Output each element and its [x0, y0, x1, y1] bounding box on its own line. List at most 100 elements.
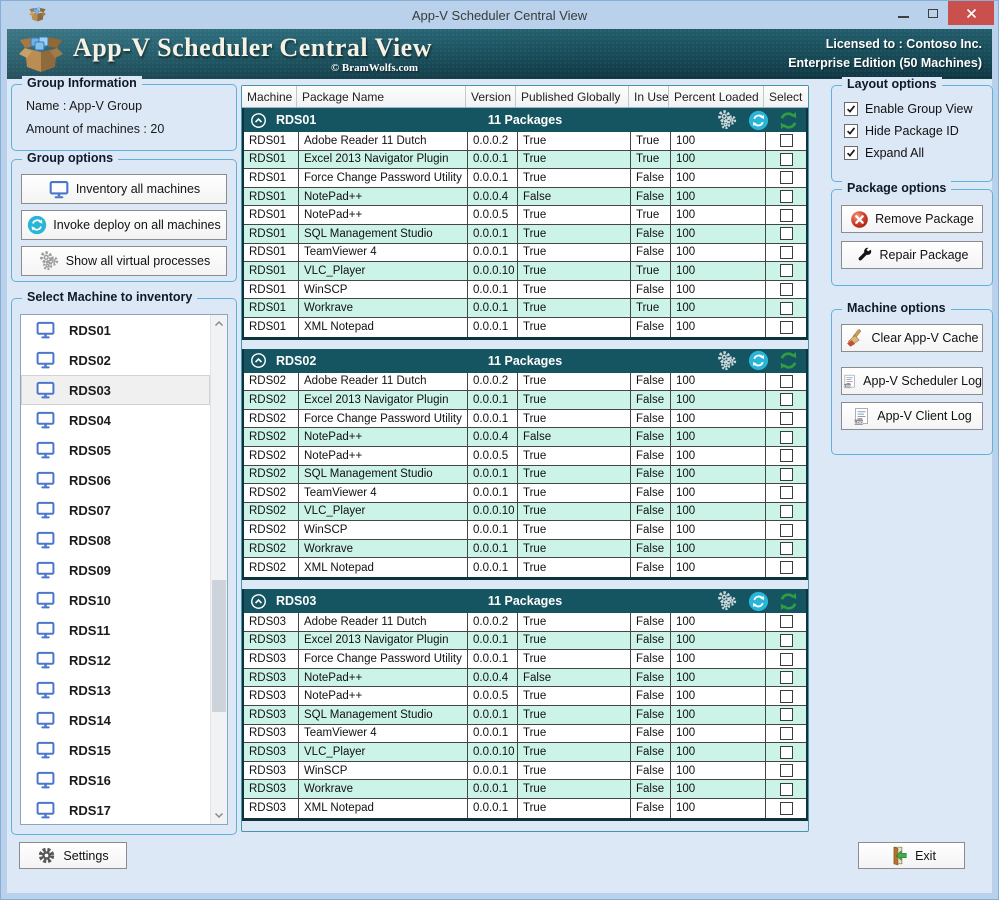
- collapse-chevron-icon[interactable]: [250, 352, 267, 369]
- select-checkbox[interactable]: [780, 542, 793, 555]
- machine-list-item[interactable]: RDS07: [21, 495, 210, 525]
- select-checkbox[interactable]: [780, 746, 793, 759]
- scrollbar-down-button[interactable]: [211, 807, 227, 823]
- package-row[interactable]: RDS01 Excel 2013 Navigator Plugin 0.0.0.…: [244, 151, 806, 170]
- machine-list-item[interactable]: RDS13: [21, 675, 210, 705]
- select-checkbox[interactable]: [780, 727, 793, 740]
- appv-client-log-button[interactable]: App-V Client Log: [841, 402, 983, 430]
- select-checkbox[interactable]: [780, 431, 793, 444]
- select-checkbox[interactable]: [780, 671, 793, 684]
- select-checkbox[interactable]: [780, 412, 793, 425]
- select-checkbox[interactable]: [780, 764, 793, 777]
- select-checkbox[interactable]: [780, 209, 793, 222]
- maximize-button[interactable]: [918, 1, 948, 25]
- package-row[interactable]: RDS02 Adobe Reader 11 Dutch 0.0.0.2 True…: [244, 373, 806, 392]
- package-row[interactable]: RDS02 NotePad++ 0.0.0.5 True False 100: [244, 447, 806, 466]
- package-row[interactable]: RDS03 NotePad++ 0.0.0.4 False False 100: [244, 669, 806, 688]
- select-checkbox[interactable]: [780, 302, 793, 315]
- package-row[interactable]: RDS01 TeamViewer 4 0.0.0.1 True False 10…: [244, 244, 806, 263]
- machine-list-item[interactable]: RDS11: [21, 615, 210, 645]
- select-checkbox[interactable]: [780, 783, 793, 796]
- select-checkbox[interactable]: [780, 486, 793, 499]
- package-row[interactable]: RDS01 Workrave 0.0.0.1 True True 100: [244, 299, 806, 318]
- clear-appv-cache-button[interactable]: Clear App-V Cache: [841, 324, 983, 352]
- select-checkbox[interactable]: [780, 321, 793, 334]
- machine-list-item[interactable]: RDS03: [21, 375, 210, 405]
- package-row[interactable]: RDS01 NotePad++ 0.0.0.4 False False 100: [244, 188, 806, 207]
- machine-list-item[interactable]: RDS04: [21, 405, 210, 435]
- package-row[interactable]: RDS03 SQL Management Studio 0.0.0.1 True…: [244, 706, 806, 725]
- select-checkbox[interactable]: [780, 802, 793, 815]
- machine-list-item[interactable]: RDS10: [21, 585, 210, 615]
- exit-button[interactable]: Exit: [858, 842, 965, 869]
- package-row[interactable]: RDS02 Force Change Password Utility 0.0.…: [244, 410, 806, 429]
- package-row[interactable]: RDS03 TeamViewer 4 0.0.0.1 True False 10…: [244, 725, 806, 744]
- select-checkbox[interactable]: [780, 449, 793, 462]
- machine-list-item[interactable]: RDS16: [21, 765, 210, 795]
- checkbox[interactable]: [844, 102, 858, 116]
- checkbox[interactable]: [844, 124, 858, 138]
- package-row[interactable]: RDS03 VLC_Player 0.0.0.10 True False 100: [244, 743, 806, 762]
- layout-option[interactable]: Hide Package ID: [844, 124, 992, 138]
- invoke-deploy-button[interactable]: Invoke deploy on all machines: [21, 210, 227, 240]
- select-checkbox[interactable]: [780, 264, 793, 277]
- appv-scheduler-log-button[interactable]: App-V Scheduler Log: [841, 367, 983, 395]
- layout-option[interactable]: Enable Group View: [844, 102, 992, 116]
- machine-list-item[interactable]: RDS15: [21, 735, 210, 765]
- refresh-icon[interactable]: [778, 110, 799, 131]
- select-checkbox[interactable]: [780, 190, 793, 203]
- select-checkbox[interactable]: [780, 375, 793, 388]
- settings-button[interactable]: Settings: [19, 842, 127, 869]
- select-checkbox[interactable]: [780, 708, 793, 721]
- machine-list-item[interactable]: RDS02: [21, 345, 210, 375]
- package-row[interactable]: RDS03 WinSCP 0.0.0.1 True False 100: [244, 762, 806, 781]
- select-checkbox[interactable]: [780, 524, 793, 537]
- package-row[interactable]: RDS02 NotePad++ 0.0.0.4 False False 100: [244, 428, 806, 447]
- show-virtual-processes-button[interactable]: Show all virtual processes: [21, 246, 227, 276]
- package-row[interactable]: RDS03 Excel 2013 Navigator Plugin 0.0.0.…: [244, 632, 806, 651]
- deploy-icon[interactable]: [748, 110, 769, 131]
- select-checkbox[interactable]: [780, 171, 793, 184]
- collapse-chevron-icon[interactable]: [250, 593, 267, 610]
- collapse-chevron-icon[interactable]: [250, 112, 267, 129]
- select-checkbox[interactable]: [780, 227, 793, 240]
- machine-list-item[interactable]: RDS08: [21, 525, 210, 555]
- virtual-processes-icon[interactable]: [715, 109, 739, 131]
- select-checkbox[interactable]: [780, 634, 793, 647]
- deploy-icon[interactable]: [748, 591, 769, 612]
- select-checkbox[interactable]: [780, 246, 793, 259]
- machine-list-item[interactable]: RDS14: [21, 705, 210, 735]
- close-button[interactable]: [948, 1, 994, 25]
- machine-list-item[interactable]: RDS05: [21, 435, 210, 465]
- select-checkbox[interactable]: [780, 690, 793, 703]
- package-row[interactable]: RDS03 Force Change Password Utility 0.0.…: [244, 650, 806, 669]
- deploy-icon[interactable]: [748, 350, 769, 371]
- select-checkbox[interactable]: [780, 561, 793, 574]
- scrollbar-up-button[interactable]: [211, 316, 227, 332]
- package-row[interactable]: RDS01 Force Change Password Utility 0.0.…: [244, 169, 806, 188]
- package-row[interactable]: RDS01 XML Notepad 0.0.0.1 True False 100: [244, 318, 806, 337]
- virtual-processes-icon[interactable]: [715, 350, 739, 372]
- scrollbar-thumb[interactable]: [212, 580, 226, 712]
- machine-list-item[interactable]: RDS12: [21, 645, 210, 675]
- package-row[interactable]: RDS02 TeamViewer 4 0.0.0.1 True False 10…: [244, 484, 806, 503]
- checkbox[interactable]: [844, 146, 858, 160]
- package-row[interactable]: RDS01 NotePad++ 0.0.0.5 True True 100: [244, 206, 806, 225]
- package-row[interactable]: RDS02 VLC_Player 0.0.0.10 True False 100: [244, 503, 806, 522]
- package-row[interactable]: RDS02 Workrave 0.0.0.1 True False 100: [244, 540, 806, 559]
- layout-option[interactable]: Expand All: [844, 146, 992, 160]
- refresh-icon[interactable]: [778, 350, 799, 371]
- package-row[interactable]: RDS02 XML Notepad 0.0.0.1 True False 100: [244, 558, 806, 577]
- machine-list-item[interactable]: RDS17: [21, 795, 210, 825]
- virtual-processes-icon[interactable]: [715, 590, 739, 612]
- package-row[interactable]: RDS02 Excel 2013 Navigator Plugin 0.0.0.…: [244, 391, 806, 410]
- package-row[interactable]: RDS02 WinSCP 0.0.0.1 True False 100: [244, 521, 806, 540]
- package-row[interactable]: RDS01 WinSCP 0.0.0.1 True False 100: [244, 281, 806, 300]
- select-checkbox[interactable]: [780, 393, 793, 406]
- refresh-icon[interactable]: [778, 591, 799, 612]
- machine-list-item[interactable]: RDS06: [21, 465, 210, 495]
- select-checkbox[interactable]: [780, 283, 793, 296]
- machine-list-item[interactable]: RDS01: [21, 315, 210, 345]
- select-checkbox[interactable]: [780, 153, 793, 166]
- package-row[interactable]: RDS02 SQL Management Studio 0.0.0.1 True…: [244, 466, 806, 485]
